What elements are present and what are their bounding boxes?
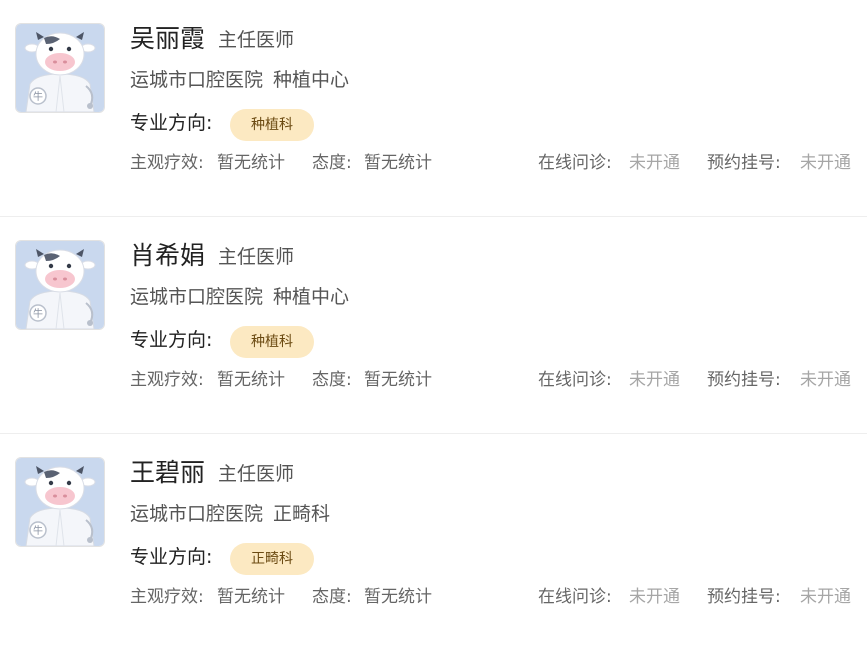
appointment-label: 预约挂号: [707,153,781,173]
attitude-label: 态度: [312,153,352,173]
online-consult-status: 未开通 [629,153,680,173]
doctor-avatar[interactable]: 牛 [15,457,105,547]
doctor-name[interactable]: 吴丽霞 [130,20,205,58]
appointment-status: 未开通 [800,370,851,390]
efficacy-label: 主观疗效: [130,153,204,173]
department-name: 种植中心 [273,286,350,308]
doctor-list: 牛 吴丽霞 主任医师 运城市口腔医院 种植中心 专业方向: 种植科 主观疗效: 暂… [0,0,867,624]
online-consult-label: 在线问诊: [538,370,612,390]
doctor-avatar[interactable]: 牛 [15,240,105,330]
avatar-badge-text: 牛 [33,307,43,320]
doctor-hospital: 运城市口腔医院 种植中心 [130,65,349,95]
hospital-name: 运城市口腔医院 [130,69,264,91]
stats-row: 主观疗效: 暂无统计 态度: 暂无统计 在线问诊: 未开通 预约挂号: 未开通 [0,365,867,395]
specialty-tag[interactable]: 正畸科 [230,543,314,575]
efficacy-value: 暂无统计 [217,370,285,390]
specialty-label: 专业方向: [130,329,213,351]
department-name: 正畸科 [273,503,331,525]
doctor-name[interactable]: 王碧丽 [130,454,205,492]
stats-row: 主观疗效: 暂无统计 态度: 暂无统计 在线问诊: 未开通 预约挂号: 未开通 [0,148,867,178]
efficacy-label: 主观疗效: [130,587,204,607]
efficacy-value: 暂无统计 [217,587,285,607]
attitude-label: 态度: [312,370,352,390]
attitude-value: 暂无统计 [364,153,432,173]
doctor-avatar[interactable]: 牛 [15,23,105,113]
appointment-status: 未开通 [800,153,851,173]
doctor-card[interactable]: 牛 吴丽霞 主任医师 运城市口腔医院 种植中心 专业方向: 种植科 主观疗效: 暂… [0,0,867,217]
efficacy-label: 主观疗效: [130,370,204,390]
cow-doctor-avatar-icon: 牛 [16,241,104,329]
attitude-value: 暂无统计 [364,587,432,607]
specialty-label: 专业方向: [130,546,213,568]
doctor-title: 主任医师 [218,29,295,51]
specialty-label: 专业方向: [130,112,213,134]
attitude-value: 暂无统计 [364,370,432,390]
cow-doctor-avatar-icon: 牛 [16,24,104,112]
doctor-hospital: 运城市口腔医院 正畸科 [130,499,330,529]
specialty-tag[interactable]: 种植科 [230,326,314,358]
doctor-title: 主任医师 [218,463,295,485]
doctor-title: 主任医师 [218,246,295,268]
hospital-name: 运城市口腔医院 [130,286,264,308]
online-consult-status: 未开通 [629,587,680,607]
doctor-hospital: 运城市口腔医院 种植中心 [130,282,349,312]
online-consult-status: 未开通 [629,370,680,390]
avatar-badge-text: 牛 [33,90,43,103]
avatar-badge-text: 牛 [33,524,43,537]
specialty-tag[interactable]: 种植科 [230,109,314,141]
doctor-name[interactable]: 肖希娟 [130,237,205,275]
appointment-status: 未开通 [800,587,851,607]
hospital-name: 运城市口腔医院 [130,503,264,525]
attitude-label: 态度: [312,587,352,607]
online-consult-label: 在线问诊: [538,587,612,607]
doctor-card[interactable]: 牛 王碧丽 主任医师 运城市口腔医院 正畸科 专业方向: 正畸科 主观疗效: 暂无… [0,434,867,651]
stats-row: 主观疗效: 暂无统计 态度: 暂无统计 在线问诊: 未开通 预约挂号: 未开通 [0,582,867,612]
online-consult-label: 在线问诊: [538,153,612,173]
appointment-label: 预约挂号: [707,587,781,607]
appointment-label: 预约挂号: [707,370,781,390]
efficacy-value: 暂无统计 [217,153,285,173]
department-name: 种植中心 [273,69,350,91]
doctor-card[interactable]: 牛 肖希娟 主任医师 运城市口腔医院 种植中心 专业方向: 种植科 主观疗效: 暂… [0,217,867,434]
cow-doctor-avatar-icon: 牛 [16,458,104,546]
